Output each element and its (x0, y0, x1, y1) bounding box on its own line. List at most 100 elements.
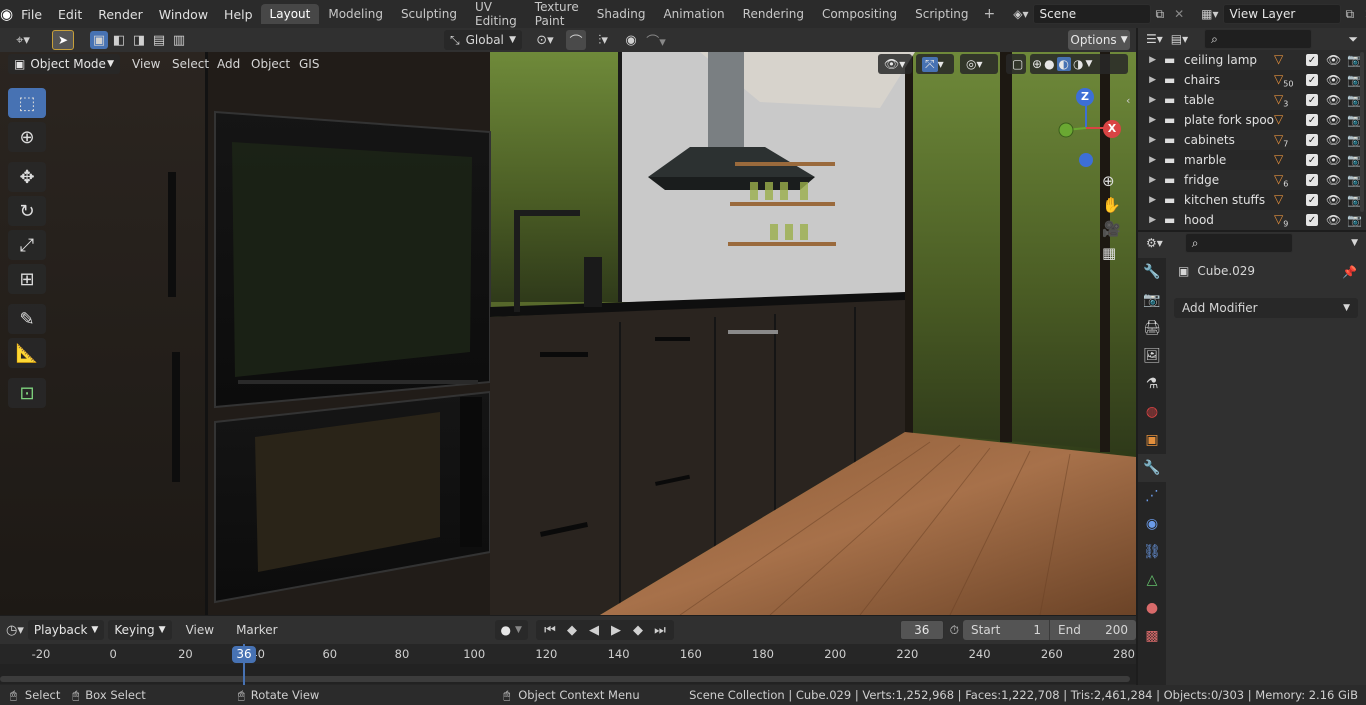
proportional-edit-icon[interactable]: ◉ (622, 30, 640, 50)
3d-viewport[interactable] (0, 52, 1136, 615)
tab-animation[interactable]: Animation (654, 4, 733, 24)
new-scene-icon[interactable]: ⧉ (1151, 7, 1170, 22)
outliner-row[interactable]: ▶ ▬ chairs ▽50 ✓ 👁 📷 (1138, 70, 1366, 90)
mode-intersect-icon[interactable]: ▥ (170, 31, 188, 49)
perspective-grid-icon[interactable]: ▦ (1102, 244, 1124, 262)
select-tool-icon[interactable]: ➤ (52, 30, 74, 50)
outliner-row[interactable]: ▶ ▬ table ▽3 ✓ 👁 📷 (1138, 90, 1366, 110)
editor-type-icon[interactable]: ⌖▾ (8, 30, 38, 50)
frame-ruler[interactable]: -20 0 20 40 60 80 100 120 140 160 180 200 220 240 260 2… (0, 647, 1136, 663)
eye-icon[interactable]: 👁 (1326, 193, 1341, 207)
eye-icon[interactable]: 👁 (1326, 133, 1341, 147)
eye-icon[interactable]: 👁 (1326, 53, 1341, 67)
outliner-row[interactable]: ▶ ▬ ceiling lamp ▽ ✓ 👁 📷 (1138, 50, 1366, 70)
play-reverse-icon[interactable]: ◀ (584, 620, 604, 640)
snap-target-icon[interactable]: ⫶▾ (590, 30, 616, 50)
cursor-tool-icon[interactable]: ⊕ (8, 122, 46, 152)
object-tab-icon[interactable]: ▣ (1138, 426, 1166, 454)
tab-uv-editing[interactable]: UV Editing (466, 0, 526, 31)
object-mode-dropdown[interactable]: ▣ Object Mode ▼ (8, 54, 120, 74)
timeline-area[interactable]: -20 0 20 40 60 80 100 120 140 160 180 200 220 240 260 2… (0, 644, 1136, 685)
start-frame-field[interactable]: Start 1 (963, 623, 1049, 637)
camera-render-icon[interactable]: 📷 (1347, 213, 1362, 227)
viewport-menu-object[interactable]: Object (251, 57, 290, 71)
display-mode-icon[interactable]: ▤▾ (1171, 32, 1188, 46)
falloff-icon[interactable]: ⌒▾ (642, 30, 670, 50)
rendered-shading-icon[interactable]: ◑ (1073, 57, 1083, 71)
blender-logo[interactable]: ◉ (0, 5, 13, 23)
checkbox[interactable]: ✓ (1306, 114, 1318, 126)
mode-extend-icon[interactable]: ◧ (110, 31, 128, 49)
tab-rendering[interactable]: Rendering (734, 4, 813, 24)
expand-arrow-icon[interactable]: ▶ (1138, 75, 1164, 85)
expand-arrow-icon[interactable]: ▶ (1138, 215, 1164, 225)
filter-icon[interactable]: ⏷ (1348, 32, 1358, 47)
keying-menu[interactable]: Keying ▼ (108, 620, 172, 640)
outliner-row[interactable]: ▶ ▬ plate fork spoon ▽ ✓ 👁 📷 (1138, 110, 1366, 130)
view-layer-field[interactable]: View Layer (1222, 4, 1341, 24)
mode-invert-icon[interactable]: ▤ (150, 31, 168, 49)
scale-tool-icon[interactable]: ⤢ (8, 230, 46, 260)
current-frame-field[interactable]: 36 (899, 620, 944, 640)
scene-field[interactable]: Scene (1032, 4, 1151, 24)
checkbox[interactable]: ✓ (1306, 214, 1318, 226)
data-tab-icon[interactable]: △ (1138, 566, 1166, 594)
jump-start-icon[interactable]: ⏮ (540, 620, 560, 640)
delete-scene-icon[interactable]: ✕ (1169, 7, 1189, 21)
eye-icon[interactable]: 👁 (1326, 93, 1341, 107)
expand-arrow-icon[interactable]: ▶ (1138, 195, 1164, 205)
scene-selector[interactable]: ◈▾ Scene ⧉ ✕ (1009, 4, 1189, 24)
select-box-tool-icon[interactable]: ⬚ (8, 88, 46, 118)
eye-icon[interactable]: 👁 (1326, 173, 1341, 187)
modifier-tab-icon[interactable]: 🔧 (1138, 454, 1166, 482)
transform-tool-icon[interactable]: ⊞ (8, 264, 46, 294)
wireframe-shading-icon[interactable]: ⊕ (1032, 57, 1042, 71)
checkbox[interactable]: ✓ (1306, 94, 1318, 106)
measure-tool-icon[interactable]: 📐 (8, 338, 46, 368)
tab-sculpting[interactable]: Sculpting (392, 4, 466, 24)
properties-editor-icon[interactable]: ⚙▾ (1146, 236, 1163, 250)
snap-icon[interactable]: ⌒ (566, 30, 586, 50)
outliner-search-input[interactable]: ⌕ (1204, 29, 1313, 49)
menu-file[interactable]: File (13, 7, 50, 22)
expand-arrow-icon[interactable]: ▶ (1138, 135, 1164, 145)
mode-subtract-icon[interactable]: ◨ (130, 31, 148, 49)
play-icon[interactable]: ▶ (606, 620, 626, 640)
expand-arrow-icon[interactable]: ▶ (1138, 55, 1164, 65)
outliner-row[interactable]: ▶ ▬ kitchen stuffs ▽ ✓ 👁 📷 (1138, 190, 1366, 210)
output-tab-icon[interactable]: 🖨 (1138, 314, 1166, 342)
render-tab-icon[interactable]: 📷 (1138, 286, 1166, 314)
rotate-tool-icon[interactable]: ↻ (8, 196, 46, 226)
physics-tab-icon[interactable]: ◉ (1138, 510, 1166, 538)
add-modifier-dropdown[interactable]: Add Modifier ▼ (1174, 298, 1358, 318)
chevron-down-icon[interactable]: ▼ (1351, 238, 1358, 248)
expand-arrow-icon[interactable]: ▶ (1138, 115, 1164, 125)
move-tool-icon[interactable]: ✥ (8, 162, 46, 192)
particles-tab-icon[interactable]: ⋰ (1138, 482, 1166, 510)
next-keyframe-icon[interactable]: ◆ (628, 620, 648, 640)
keyframe-record-icon[interactable]: ● ▼ (494, 620, 528, 640)
add-workspace-icon[interactable]: + (978, 6, 1002, 22)
checkbox[interactable]: ✓ (1306, 194, 1318, 206)
solid-shading-icon[interactable]: ● (1044, 57, 1054, 71)
expand-arrow-icon[interactable]: ▶ (1138, 155, 1164, 165)
properties-search-input[interactable]: ⌕ (1184, 233, 1293, 253)
outliner-row[interactable]: ▶ ▬ hood ▽9 ✓ 👁 📷 (1138, 210, 1366, 230)
outliner-row[interactable]: ▶ ▬ marble ▽ ✓ 👁 📷 (1138, 150, 1366, 170)
outliner-editor-icon[interactable]: ☰▾ (1146, 32, 1163, 46)
gizmo-z-axis[interactable]: Z (1076, 88, 1094, 106)
outliner-row[interactable]: ▶ ▬ cabinets ▽7 ✓ 👁 📷 (1138, 130, 1366, 150)
checkbox[interactable]: ✓ (1306, 74, 1318, 86)
eye-icon[interactable]: 👁 (1326, 153, 1341, 167)
eye-icon[interactable]: 👁 (1326, 113, 1341, 127)
tab-shading[interactable]: Shading (588, 4, 655, 24)
eye-icon[interactable]: 👁 (1326, 213, 1341, 227)
stopwatch-icon[interactable]: ⏱ (950, 623, 959, 638)
viewport-menu-add[interactable]: Add (217, 57, 240, 71)
pin-icon[interactable]: 📌 (1342, 265, 1357, 279)
playhead-frame-badge[interactable]: 36 (232, 646, 256, 663)
menu-window[interactable]: Window (151, 7, 216, 22)
checkbox[interactable]: ✓ (1306, 134, 1318, 146)
view-layer-selector[interactable]: ▦▾ View Layer ⧉ ✕ (1197, 4, 1366, 24)
timeline-view-menu[interactable]: View (186, 623, 214, 637)
